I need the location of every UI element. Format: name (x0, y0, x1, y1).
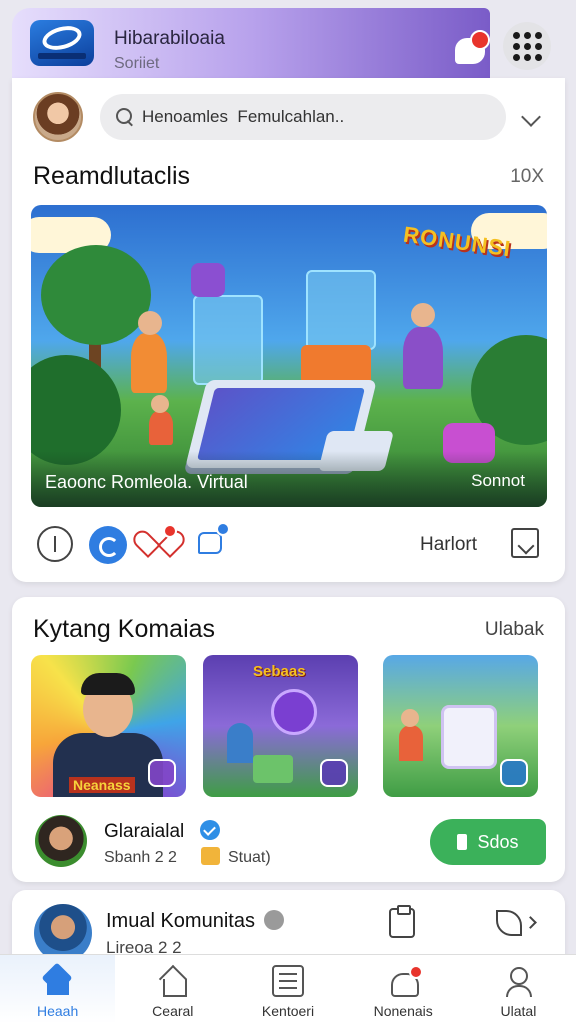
community-action-link[interactable]: Ulabak (485, 619, 544, 641)
child-figure (149, 411, 173, 445)
nav-item-notifications[interactable]: Nonenais (346, 955, 461, 1024)
fish-badge-icon (320, 759, 348, 787)
nav-item-central[interactable]: Cearal (115, 955, 230, 1024)
man-head (138, 311, 162, 335)
woman-figure (403, 327, 443, 389)
heart-badge-icon (163, 524, 177, 538)
dot-icon (512, 53, 520, 61)
check-badge-icon (148, 759, 176, 787)
chat-button[interactable] (453, 30, 490, 66)
player-head (401, 709, 419, 727)
community-title: Kytang Komaias (33, 615, 216, 643)
group-name: Imual Komunitas (106, 910, 255, 932)
child-head (151, 395, 169, 413)
board-illustration (441, 705, 497, 769)
floating-panel (193, 295, 263, 385)
nav-item-content[interactable]: Kentoeri (230, 955, 345, 1024)
floating-panel (191, 263, 225, 297)
community-card: Kytang Komaias Ulabak Neanass Sebaas Gla… (12, 597, 565, 882)
search-icon (116, 108, 134, 126)
user-avatar[interactable] (33, 92, 83, 142)
share-icon[interactable] (89, 526, 127, 564)
section-count: 10X (510, 166, 544, 187)
community-thumbnail[interactable]: Sebaas (203, 655, 358, 797)
hero-caption: Eaoonc Romleola. Virtual (45, 472, 248, 492)
nav-item-profile[interactable]: Ulatal (461, 955, 576, 1024)
thumbnail-banner: Sebaas (253, 663, 306, 680)
community-thumbnail[interactable]: Neanass (31, 655, 186, 797)
hero-action-link[interactable]: Sonnot (471, 471, 525, 491)
gift-icon (201, 847, 220, 865)
dot-icon (534, 31, 542, 39)
verified-icon (200, 820, 220, 840)
tree (41, 245, 151, 345)
music-badge-icon (500, 759, 528, 787)
dot-icon (523, 31, 531, 39)
clipboard-icon[interactable] (389, 905, 415, 938)
apps-menu-button[interactable] (503, 22, 551, 70)
app-header: Hibarabiloaia Soriiet (12, 8, 490, 78)
list-icon (272, 965, 304, 997)
thumbnail-label: Neanass (69, 777, 135, 793)
dot-icon (534, 53, 542, 61)
status-icon (264, 910, 284, 930)
home-icon (42, 965, 74, 997)
block-illustration (253, 755, 293, 783)
bookmark-icon[interactable] (511, 528, 539, 558)
logo-ring-icon (39, 22, 85, 54)
author-avatar[interactable] (35, 815, 87, 867)
nav-label: Heaah (36, 1003, 79, 1019)
join-button-label: Sdos (477, 831, 519, 852)
leaf-icon[interactable] (496, 910, 522, 936)
app-title: Hibarabiloaia (114, 28, 225, 49)
nav-label: Ulatal (500, 1003, 537, 1019)
house-outline-icon (157, 965, 189, 997)
document-icon (457, 834, 468, 850)
section-title: Reamdlutaclis (33, 162, 191, 190)
dot-icon (512, 31, 520, 39)
notification-badge-icon (409, 965, 424, 979)
bottom-nav: Heaah Cearal Kentoeri Nonenais Ulatal (0, 954, 576, 1024)
author-meta-secondary: Stuat) (228, 849, 271, 866)
author-name[interactable]: Glaraialal (104, 821, 184, 843)
man-figure (131, 333, 167, 393)
feed-card: Reamdlutaclis 10X RONUNSI Eaoonc Romleol… (12, 78, 565, 582)
notification-dot-icon (470, 30, 490, 50)
hero-image[interactable]: RONUNSI Eaoonc Romleola. Virtual Sonnot (31, 205, 547, 507)
dot-icon (512, 42, 520, 50)
join-button[interactable]: Sdos (430, 819, 546, 865)
floating-panel (306, 270, 376, 350)
author-meta: Sbanh 2 2 (104, 849, 177, 866)
logo-tag (38, 53, 86, 59)
player-figure (227, 723, 253, 763)
player-figure (399, 725, 423, 761)
globe-illustration (271, 689, 317, 735)
chevron-down-icon[interactable] (521, 107, 541, 127)
presenter-hair (81, 673, 135, 695)
notification-icon (387, 965, 424, 997)
dot-icon (534, 42, 542, 50)
nav-item-home[interactable]: Heaah (0, 955, 116, 1024)
action-row: Harlort (12, 522, 565, 566)
app-subtitle: Soriiet (114, 55, 160, 72)
nav-label: Kentoeri (261, 1003, 315, 1019)
search-input[interactable] (142, 106, 492, 128)
comment-icon[interactable] (198, 532, 222, 554)
nav-label: Nonenais (373, 1003, 433, 1019)
app-logo[interactable] (30, 20, 94, 66)
search-bar[interactable] (100, 94, 506, 140)
comment-badge-icon (216, 522, 230, 536)
woman-head (411, 303, 435, 327)
floating-panel (301, 345, 371, 385)
dot-icon (523, 53, 531, 61)
nav-label: Cearal (152, 1003, 194, 1019)
chevron-right-icon[interactable] (524, 916, 537, 929)
profile-icon (502, 965, 534, 997)
dot-icon (523, 42, 531, 50)
action-label[interactable]: Harlort (420, 534, 477, 556)
tree (31, 355, 121, 465)
info-icon[interactable] (37, 526, 73, 562)
community-thumbnail[interactable] (383, 655, 538, 797)
